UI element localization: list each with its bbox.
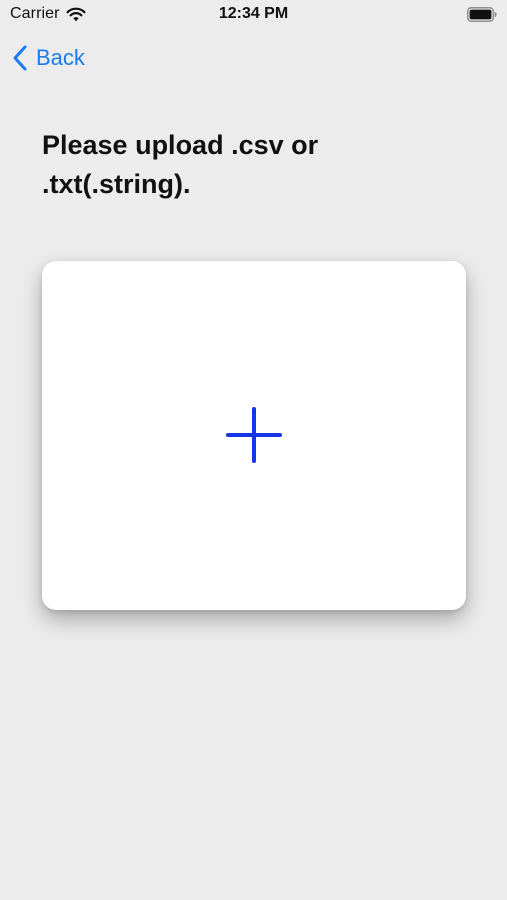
chevron-left-icon: [12, 44, 28, 72]
plus-icon: [226, 407, 282, 463]
status-bar: Carrier 12:34 PM: [0, 0, 507, 30]
page-title: Please upload .csv or .txt(.string).: [42, 130, 319, 199]
back-label: Back: [36, 45, 85, 70]
back-button[interactable]: Back: [12, 42, 85, 74]
upload-card[interactable]: [42, 261, 466, 610]
battery-full-icon: [467, 7, 497, 22]
clock: 12:34 PM: [218, 5, 289, 22]
